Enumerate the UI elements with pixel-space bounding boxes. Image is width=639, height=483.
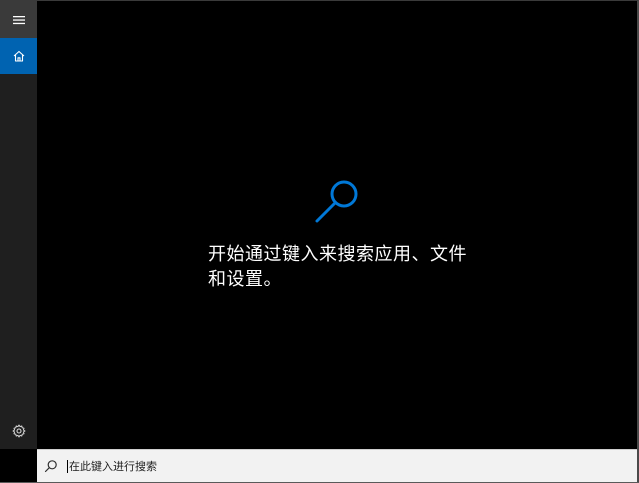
gear-icon	[12, 424, 25, 438]
search-home-panel: 开始通过键入来搜索应用、文件和设置。	[37, 1, 637, 449]
settings-button[interactable]	[0, 413, 37, 449]
search-icon	[44, 460, 57, 473]
search-icon	[315, 180, 358, 223]
menu-button[interactable]	[0, 1, 37, 38]
home-icon	[13, 50, 24, 62]
search-input[interactable]	[68, 456, 609, 476]
search-window: 开始通过键入来搜索应用、文件和设置。	[0, 0, 639, 483]
hamburger-icon	[12, 15, 25, 24]
sidebar	[0, 1, 37, 449]
search-bar-icon	[37, 450, 65, 483]
search-hint-text: 开始通过键入来搜索应用、文件和设置。	[208, 244, 467, 290]
search-bar[interactable]	[37, 449, 637, 482]
home-button[interactable]	[0, 38, 37, 74]
